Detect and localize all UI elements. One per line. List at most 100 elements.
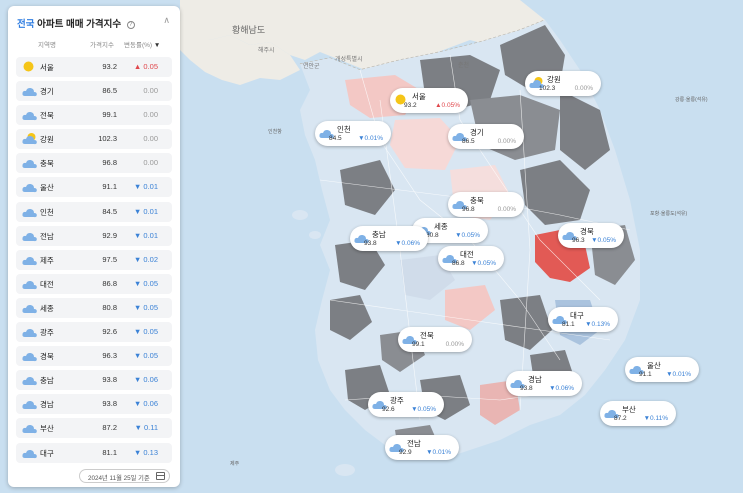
- bubble-change: ▼0.05%: [411, 406, 436, 413]
- bubble-index-value: 96.8: [462, 206, 475, 213]
- map-label-pohang: 포항·울릉도(석유): [650, 211, 688, 217]
- panel-title-text: 아파트 매매 가격지수: [37, 19, 122, 30]
- region-row-11[interactable]: 광주 92.6 ▼ 0.05: [16, 322, 172, 343]
- bubble-region-name: 전남: [407, 439, 421, 448]
- region-change: 0.00: [143, 134, 158, 144]
- map-label-yeonan: 연안군: [303, 64, 320, 70]
- map-bubble-15[interactable]: 전남 92.9 ▼0.01%: [385, 435, 459, 460]
- region-index-value: 80.8: [102, 302, 117, 312]
- region-change: 0.00: [143, 110, 158, 120]
- bubble-index-value: 93.8: [520, 385, 533, 392]
- map-label-hwanghae: 황해남도: [232, 25, 266, 35]
- map-label-gaeseong: 개성특별시: [335, 57, 363, 63]
- region-change: ▼ 0.13: [133, 447, 158, 457]
- cloud-icon: [22, 446, 37, 460]
- bubble-change: ▼0.06%: [395, 240, 420, 247]
- map-bubble-9[interactable]: 대구 81.1 ▼0.13%: [548, 307, 618, 332]
- region-list: 서울 93.2 ▲ 0.05 경기 86.5 0.00 전북 99.1 0.00 강원 102.3 0…: [16, 57, 172, 467]
- region-row-16[interactable]: 대구 81.1 ▼ 0.13: [16, 442, 172, 463]
- bubble-region-name: 울산: [647, 361, 661, 370]
- region-change: ▼ 0.06: [133, 375, 158, 385]
- bubble-change: ▼0.01%: [358, 135, 383, 142]
- help-icon[interactable]: ?: [126, 21, 135, 29]
- column-header-index: 가격지수: [90, 42, 114, 49]
- region-row-7[interactable]: 전남 92.9 ▼ 0.01: [16, 225, 172, 246]
- bubble-region-name: 충북: [470, 196, 484, 205]
- panel-title-region[interactable]: 전국: [17, 19, 34, 30]
- map-bubble-0[interactable]: 강원 102.3 0.00%: [525, 71, 601, 96]
- bubble-index-value: 81.1: [562, 321, 575, 328]
- map-bubble-13[interactable]: 광주 92.6 ▼0.05%: [368, 392, 444, 417]
- region-index-value: 87.2: [102, 423, 117, 433]
- panel-title: 전국 아파트 매매 가격지수 ?: [17, 16, 135, 30]
- map-label-gangneung-sea: 강릉·울릉(석유): [675, 97, 708, 103]
- bubble-index-value: 84.5: [329, 135, 342, 142]
- cloud-icon: [22, 277, 37, 291]
- region-name: 충북: [40, 159, 54, 169]
- region-row-6[interactable]: 인천 84.5 ▼ 0.01: [16, 201, 172, 222]
- bubble-index-value: 91.1: [639, 371, 652, 378]
- cloud-icon: [22, 421, 37, 435]
- map-bubble-12[interactable]: 경남 93.8 ▼0.06%: [506, 371, 582, 396]
- region-row-3[interactable]: 강원 102.3 0.00: [16, 129, 172, 150]
- bubble-change: ▲0.05%: [435, 102, 460, 109]
- region-name: 전남: [40, 231, 54, 241]
- date-label: 2024년 11월 25일 기준: [88, 475, 150, 482]
- calendar-icon[interactable]: [156, 472, 165, 480]
- bubble-region-name: 대전: [460, 250, 474, 259]
- collapse-icon[interactable]: ∧: [163, 15, 170, 26]
- region-index-value: 84.5: [102, 206, 117, 216]
- region-row-9[interactable]: 대전 86.8 ▼ 0.05: [16, 273, 172, 294]
- bubble-region-name: 서울: [412, 92, 426, 101]
- cloud-icon: [22, 229, 37, 243]
- region-index-value: 93.8: [102, 399, 117, 409]
- region-row-0[interactable]: 서울 93.2 ▲ 0.05: [16, 57, 172, 77]
- map-label-chuncheon: 춘천: [458, 63, 470, 69]
- bubble-index-value: 86.5: [462, 138, 475, 145]
- map-bubble-6[interactable]: 충남 93.8 ▼0.06%: [350, 226, 428, 251]
- region-row-12[interactable]: 경북 96.3 ▼ 0.05: [16, 346, 172, 367]
- bubble-region-name: 경기: [470, 128, 484, 137]
- region-row-15[interactable]: 부산 87.2 ▼ 0.11: [16, 418, 172, 439]
- map-bubble-7[interactable]: 경북 96.3 ▼0.05%: [558, 223, 624, 248]
- region-change: ▼ 0.01: [133, 182, 158, 192]
- map-bubble-10[interactable]: 전북 99.1 0.00%: [398, 327, 472, 352]
- region-name: 제주: [40, 255, 54, 265]
- region-row-10[interactable]: 세종 80.8 ▼ 0.05: [16, 297, 172, 318]
- cloud-icon: [22, 84, 37, 98]
- region-index-value: 96.8: [102, 158, 117, 168]
- map-bubble-4[interactable]: 충북 96.8 0.00%: [448, 192, 524, 217]
- map-bubble-14[interactable]: 부산 87.2 ▼0.11%: [600, 401, 676, 426]
- column-header-change[interactable]: 변동률(%) ▼: [124, 39, 160, 49]
- map-bubble-11[interactable]: 울산 91.1 ▼0.01%: [625, 357, 699, 382]
- region-name: 서울: [40, 63, 54, 72]
- bubble-index-value: 92.9: [399, 449, 412, 456]
- region-row-4[interactable]: 충북 96.8 0.00: [16, 153, 172, 174]
- region-name: 세종: [40, 303, 54, 313]
- cloud-icon: [22, 301, 37, 315]
- map-bubble-3[interactable]: 경기 86.5 0.00%: [448, 124, 524, 149]
- region-change: ▼ 0.05: [133, 302, 158, 312]
- region-name: 경기: [40, 87, 54, 97]
- cloud-icon: [22, 205, 37, 219]
- region-name: 충남: [40, 376, 54, 386]
- region-index-value: 86.8: [102, 278, 117, 288]
- date-selector[interactable]: 2024년 11월 25일 기준: [79, 469, 170, 483]
- cloud-icon: [22, 325, 37, 339]
- map-bubble-2[interactable]: 인천 84.5 ▼0.01%: [315, 121, 391, 146]
- region-row-8[interactable]: 제주 97.5 ▼ 0.02: [16, 249, 172, 270]
- region-row-5[interactable]: 울산 91.1 ▼ 0.01: [16, 177, 172, 198]
- bubble-change: ▼0.05%: [455, 232, 480, 239]
- region-row-14[interactable]: 경남 93.8 ▼ 0.06: [16, 394, 172, 415]
- region-row-1[interactable]: 경기 86.5 0.00: [16, 81, 172, 102]
- region-index-value: 81.1: [102, 447, 117, 457]
- bubble-change: 0.00%: [497, 138, 516, 145]
- bubble-index-value: 102.3: [539, 85, 556, 92]
- region-row-13[interactable]: 충남 93.8 ▼ 0.06: [16, 370, 172, 391]
- region-change: 0.00: [143, 86, 158, 96]
- map-bubble-8[interactable]: 대전 86.8 ▼0.05%: [438, 246, 504, 271]
- bubble-region-name: 대구: [570, 311, 584, 320]
- map-bubble-1[interactable]: 서울 93.2 ▲0.05%: [390, 88, 468, 113]
- bubble-region-name: 광주: [390, 396, 404, 405]
- region-row-2[interactable]: 전북 99.1 0.00: [16, 105, 172, 126]
